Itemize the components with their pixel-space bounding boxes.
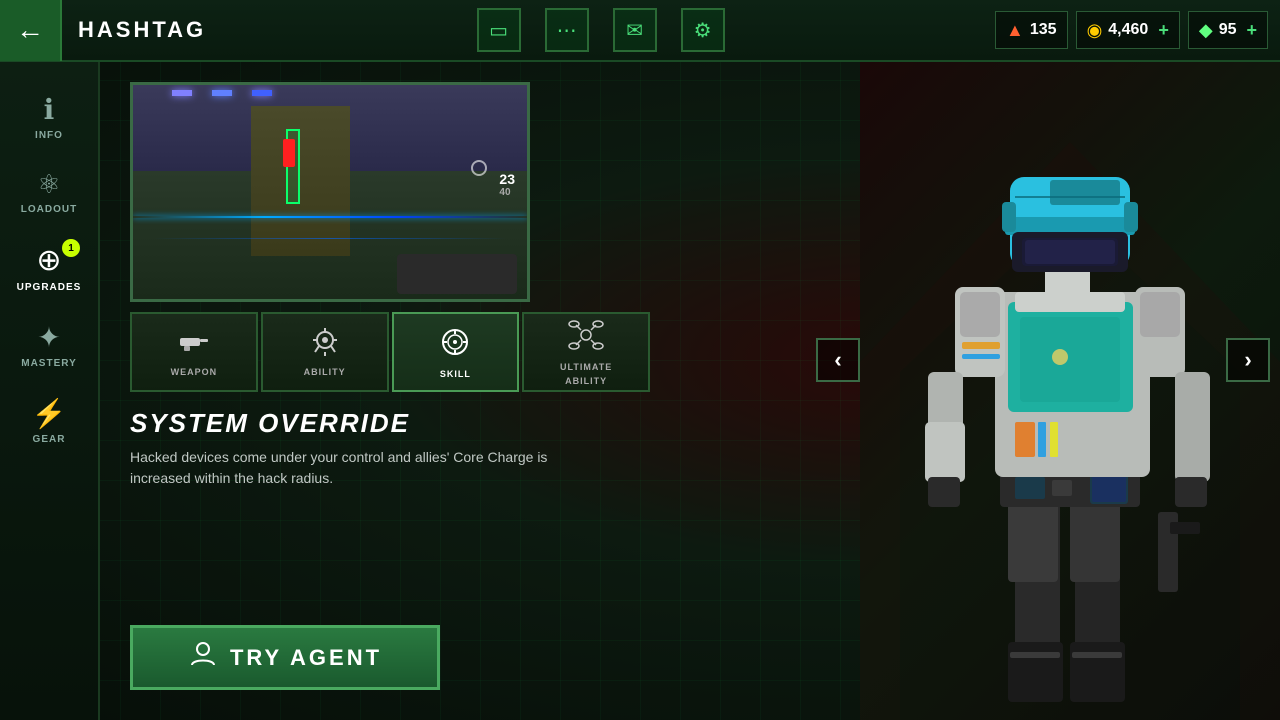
ultimate-tab-label2: ABILITY xyxy=(565,376,607,386)
right-arrow-icon: › xyxy=(1244,347,1251,373)
controller-icon: ▭ xyxy=(489,18,508,43)
scene-crosshair xyxy=(471,160,487,176)
rank-value: 135 xyxy=(1030,21,1057,39)
ability-tab-icon xyxy=(309,328,341,363)
settings-icon-button[interactable]: ⚙ xyxy=(681,8,725,52)
ability-title: SYSTEM OVERRIDE xyxy=(130,408,650,439)
ability-tab-skill[interactable]: SKILL xyxy=(392,312,520,392)
scene-gun xyxy=(397,254,517,294)
sidebar-label-gear: GEAR xyxy=(33,434,66,445)
chat-icon: ⋯ xyxy=(557,18,577,43)
ability-tab-ability[interactable]: ABILITY xyxy=(261,312,389,392)
scene-enemy xyxy=(283,139,295,167)
light-2 xyxy=(212,90,232,96)
try-agent-button[interactable]: TRY AGENT xyxy=(130,625,440,690)
ability-tab-label-text: ABILITY xyxy=(304,367,346,377)
sidebar-item-upgrades[interactable]: 1 ⊕ UPGRADES xyxy=(9,232,89,304)
prev-agent-button[interactable]: ‹ xyxy=(816,338,860,382)
next-agent-button[interactable]: › xyxy=(1226,338,1270,382)
sidebar-label-info: INFO xyxy=(35,130,63,141)
ability-description: Hacked devices come under your control a… xyxy=(130,447,610,489)
main-content: 23 40 WEAPON xyxy=(100,62,860,720)
ability-tab-ultimate[interactable]: ULTIMATE ABILITY xyxy=(522,312,650,392)
scene-lights xyxy=(172,90,272,96)
preview-scene: 23 40 xyxy=(133,85,527,299)
info-icon: ℹ xyxy=(44,93,55,126)
upgrades-badge: 1 xyxy=(62,239,80,257)
left-arrow-icon: ‹ xyxy=(834,347,841,373)
coin-add-button[interactable]: + xyxy=(1158,20,1169,41)
weapon-tab-label: WEAPON xyxy=(171,367,218,377)
sidebar-item-loadout[interactable]: ⚛ LOADOUT xyxy=(9,158,89,226)
coin-value: 4,460 xyxy=(1108,21,1148,39)
sidebar-label-mastery: MASTERY xyxy=(21,358,77,369)
character-figure xyxy=(860,62,1280,720)
sidebar-item-gear[interactable]: ⚡ GEAR xyxy=(9,386,89,456)
rank-icon: ▲ xyxy=(1006,20,1024,41)
agent-preview: 23 40 xyxy=(130,82,530,302)
coin-icon: ◉ xyxy=(1087,20,1103,41)
scene-ammo: 23 40 xyxy=(499,171,515,198)
mastery-icon: ✦ xyxy=(37,321,60,354)
skill-tab-label: SKILL xyxy=(440,369,471,379)
weapon-tab-icon xyxy=(178,328,210,363)
scene-floor-line xyxy=(153,238,508,239)
character-panel xyxy=(860,62,1280,720)
ability-info: SYSTEM OVERRIDE Hacked devices come unde… xyxy=(130,408,650,489)
scene-neon-line xyxy=(133,216,527,218)
gem-value: 95 xyxy=(1219,21,1237,39)
scene-wall xyxy=(251,106,350,256)
ability-tabs: WEAPON ABILITY xyxy=(130,312,650,392)
topbar-center-icons: ▭ ⋯ ✉ ⚙ xyxy=(206,8,995,52)
gem-currency: ◆ 95 + xyxy=(1188,11,1268,49)
sidebar-label-loadout: LOADOUT xyxy=(21,204,77,215)
gem-icon: ◆ xyxy=(1199,20,1213,41)
gear-icon: ⚙ xyxy=(694,18,712,43)
sidebar-item-mastery[interactable]: ✦ MASTERY xyxy=(9,310,89,380)
coin-currency: ◉ 4,460 + xyxy=(1076,11,1180,49)
mail-icon-button[interactable]: ✉ xyxy=(613,8,657,52)
light-3 xyxy=(252,90,272,96)
controller-icon-button[interactable]: ▭ xyxy=(477,8,521,52)
ultimate-tab-icon xyxy=(568,319,604,358)
light-1 xyxy=(172,90,192,96)
gear-sidebar-icon: ⚡ xyxy=(32,397,67,430)
ammo-current: 23 xyxy=(499,171,515,187)
currency-area: ▲ 135 ◉ 4,460 + ◆ 95 + xyxy=(995,11,1268,49)
page-title: HASHTAG xyxy=(78,17,206,43)
sidebar-label-upgrades: UPGRADES xyxy=(17,282,82,293)
back-button[interactable]: ← xyxy=(0,0,62,61)
ammo-total: 40 xyxy=(499,187,515,198)
sidebar-item-info[interactable]: ℹ INFO xyxy=(9,82,89,152)
upgrades-icon: ⊕ xyxy=(36,243,61,278)
gem-add-button[interactable]: + xyxy=(1246,20,1257,41)
sidebar: ℹ INFO ⚛ LOADOUT 1 ⊕ UPGRADES ✦ MASTERY … xyxy=(0,62,100,720)
try-agent-icon xyxy=(188,639,218,676)
character-svg xyxy=(860,62,1280,720)
rank-currency: ▲ 135 xyxy=(995,11,1068,49)
skill-tab-icon xyxy=(439,326,471,365)
ultimate-tab-label1: ULTIMATE xyxy=(560,362,612,372)
chat-icon-button[interactable]: ⋯ xyxy=(545,8,589,52)
loadout-icon: ⚛ xyxy=(37,169,60,200)
back-icon: ← xyxy=(16,14,44,46)
ability-tab-weapon[interactable]: WEAPON xyxy=(130,312,258,392)
try-agent-label: TRY AGENT xyxy=(230,645,382,671)
topbar: ← HASHTAG ▭ ⋯ ✉ ⚙ ▲ 135 ◉ 4,460 + ◆ 95 xyxy=(0,0,1280,62)
mail-icon: ✉ xyxy=(626,18,643,43)
